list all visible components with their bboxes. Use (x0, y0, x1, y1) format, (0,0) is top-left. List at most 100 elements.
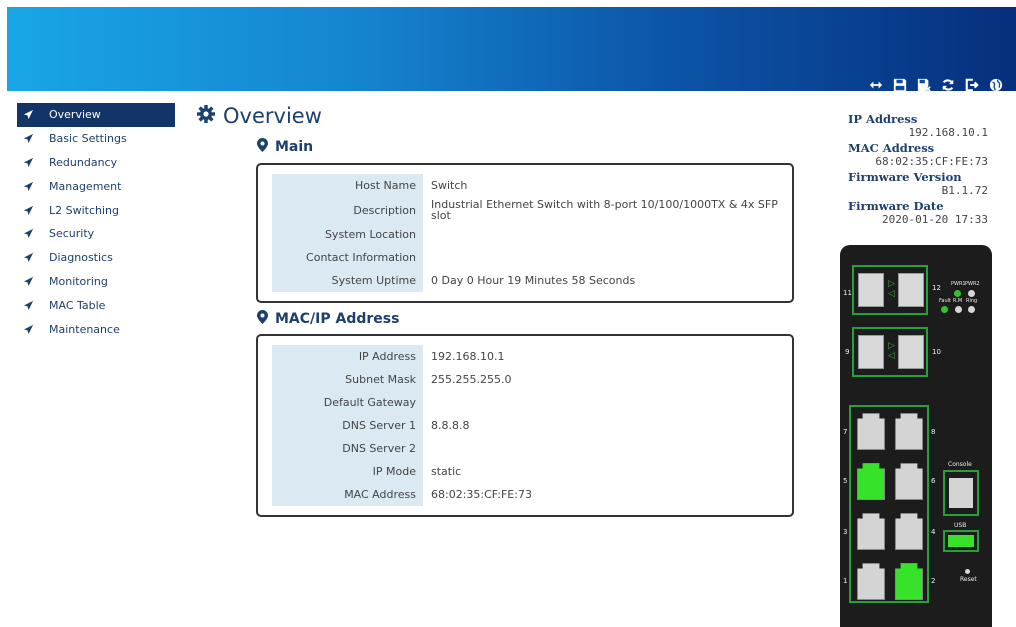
table-row: System Location (272, 223, 778, 246)
field-value: 192.168.10.1 (431, 350, 505, 363)
sfp-port-12[interactable] (898, 273, 924, 307)
field-label: System Uptime (272, 269, 423, 292)
logout-icon[interactable] (964, 77, 980, 93)
console-label: Console (948, 461, 972, 468)
sidebar-item-label: Maintenance (49, 322, 120, 336)
sidebar-item-overview[interactable]: Overview (17, 103, 175, 127)
sidebar-item-management[interactable]: Management (17, 174, 175, 198)
sfp-arrow-icon: ▷ ◁ (888, 341, 895, 361)
field-label: Contact Information (272, 246, 423, 269)
save-as-icon[interactable] (916, 77, 932, 93)
rj45-port-6[interactable] (895, 463, 923, 500)
sidebar-item-label: MAC Table (49, 298, 106, 312)
table-row: DNS Server 2 (272, 437, 778, 460)
port-label: 8 (931, 428, 936, 436)
sidebar-item-l2-switching[interactable]: L2 Switching (17, 198, 175, 222)
mac-address-label: MAC Address (848, 141, 935, 155)
port-label: 5 (843, 477, 848, 485)
sidebar-item-redundancy[interactable]: Redundancy (17, 151, 175, 175)
field-value (423, 437, 778, 460)
port-label: 12 (932, 284, 941, 292)
console-port[interactable] (943, 470, 979, 516)
port-label: 11 (843, 289, 852, 297)
field-label: Default Gateway (272, 391, 423, 414)
table-row: Contact Information (272, 246, 778, 269)
table-row: DNS Server 1 8.8.8.8 (272, 414, 778, 437)
sfp-port-9[interactable] (858, 335, 884, 369)
reset-button[interactable] (965, 569, 970, 574)
sidebar-item-label: Redundancy (49, 155, 118, 169)
field-label: DNS Server 2 (272, 437, 423, 460)
send-icon (23, 275, 35, 287)
usb-port[interactable] (943, 530, 979, 552)
port-label: 6 (931, 477, 936, 485)
send-icon (23, 252, 35, 264)
rj45-port-3[interactable] (857, 513, 885, 550)
sidebar-item-label: L2 Switching (49, 203, 120, 217)
rj45-port-8[interactable] (895, 413, 923, 450)
firmware-version-label: Firmware Version (848, 170, 962, 184)
port-label: 3 (843, 528, 848, 536)
sidebar-nav: Overview Basic Settings Redundancy Manag… (17, 103, 175, 341)
led-pwr2 (968, 290, 975, 297)
sidebar-item-mac-table[interactable]: MAC Table (17, 293, 175, 317)
firmware-version-value: B1.1.72 (941, 184, 988, 197)
refresh-icon[interactable] (940, 77, 956, 93)
field-label: Subnet Mask (272, 368, 423, 391)
send-icon (23, 228, 35, 240)
ip-address-value: 192.168.10.1 (908, 126, 988, 139)
firmware-date-value: 2020-01-20 17:33 (882, 213, 988, 226)
field-label: IP Address (272, 345, 423, 368)
usb-label: USB (954, 522, 967, 529)
ip-address-label: IP Address (848, 112, 918, 126)
rj45-port-2[interactable] (895, 563, 923, 600)
table-row: System Uptime 0 Day 0 Hour 19 Minutes 58 … (272, 269, 778, 292)
rj45-port-1[interactable] (857, 563, 885, 600)
macip-info-panel: IP Address 192.168.10.1 Subnet Mask 255.25… (256, 334, 794, 517)
usb-jack (948, 535, 974, 547)
field-label: DNS Server 1 (272, 414, 423, 437)
table-row: Default Gateway (272, 391, 778, 414)
arrows-icon[interactable] (868, 77, 884, 93)
sfp-port-group-bottom: ▷ ◁ (852, 327, 928, 377)
port-label: 7 (843, 428, 848, 436)
field-value: Industrial Ethernet Switch with 8-port 1… (431, 198, 778, 222)
field-value: 68:02:35:CF:FE:73 (431, 488, 532, 501)
sidebar-item-security[interactable]: Security (17, 222, 175, 246)
field-value: 0 Day 0 Hour 19 Minutes 58 Seconds (431, 274, 636, 287)
send-icon (23, 180, 35, 192)
field-label: Description (272, 197, 423, 223)
led-label: Fault (939, 298, 951, 304)
sidebar-item-label: Monitoring (49, 274, 108, 288)
save-icon[interactable] (892, 77, 908, 93)
field-label: MAC Address (272, 483, 423, 506)
globe-icon[interactable] (988, 77, 1004, 93)
field-label: System Location (272, 223, 423, 246)
send-icon (23, 156, 35, 168)
sidebar-item-diagnostics[interactable]: Diagnostics (17, 246, 175, 270)
sidebar-item-label: Diagnostics (49, 251, 113, 265)
sidebar-item-monitoring[interactable]: Monitoring (17, 270, 175, 294)
sfp-port-10[interactable] (898, 335, 924, 369)
table-row: IP Mode static (272, 460, 778, 483)
gear-icon (196, 104, 216, 128)
send-icon (23, 323, 35, 335)
led-label: R.M (953, 298, 963, 304)
console-jack (949, 478, 973, 508)
field-label: Host Name (272, 174, 423, 197)
led-label: Ring (966, 298, 978, 304)
sfp-port-11[interactable] (858, 273, 884, 307)
sidebar-item-basic-settings[interactable]: Basic Settings (17, 127, 175, 151)
port-label: 9 (845, 348, 850, 356)
led-rm (955, 306, 962, 313)
rj45-port-4[interactable] (895, 513, 923, 550)
sidebar-item-label: Management (49, 179, 122, 193)
rj45-port-7[interactable] (857, 413, 885, 450)
field-value: Switch (431, 179, 468, 192)
field-label: IP Mode (272, 460, 423, 483)
port-label: 4 (931, 528, 936, 536)
main-info-panel: Host Name Switch Description Industrial Et… (256, 163, 794, 303)
field-value: static (431, 465, 462, 478)
rj45-port-5[interactable] (857, 463, 885, 500)
sidebar-item-maintenance[interactable]: Maintenance (17, 317, 175, 341)
